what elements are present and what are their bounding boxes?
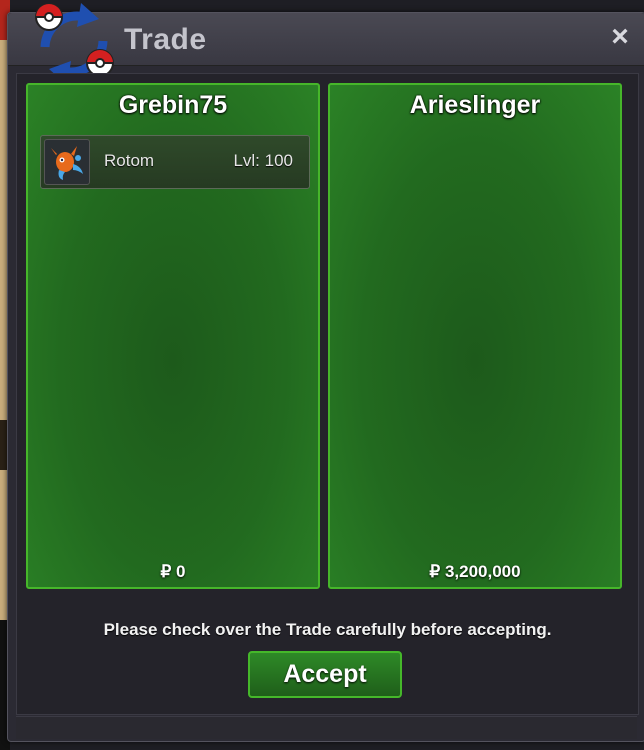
left-player-name: Grebin75 [118, 91, 228, 119]
trade-content: Grebin75 Rotom Lvl: 100 ₽ 0 Arieslinger … [16, 73, 639, 715]
right-player-panel: Arieslinger ₽ 3,200,000 [328, 83, 622, 589]
window-footer [16, 716, 637, 739]
accept-button[interactable]: Accept [248, 651, 402, 698]
left-player-panel: Grebin75 Rotom Lvl: 100 ₽ 0 [26, 83, 320, 589]
right-player-money: ₽ 3,200,000 [429, 562, 521, 581]
rotom-icon [44, 139, 90, 185]
trade-notice: Please check over the Trade carefully be… [103, 620, 552, 639]
window-title: Trade [124, 23, 207, 56]
pokemon-level: Lvl: 100 [233, 151, 293, 170]
trade-window: Trade × Grebin75 Rotom Lvl: 100 ₽ 0 Arie… [7, 3, 644, 742]
close-button[interactable]: × [607, 22, 633, 52]
pokemon-name: Rotom [104, 151, 155, 170]
right-player-name: Arieslinger [409, 91, 541, 119]
left-player-money: ₽ 0 [160, 562, 186, 581]
pokemon-slot[interactable]: Rotom Lvl: 100 [40, 135, 310, 189]
